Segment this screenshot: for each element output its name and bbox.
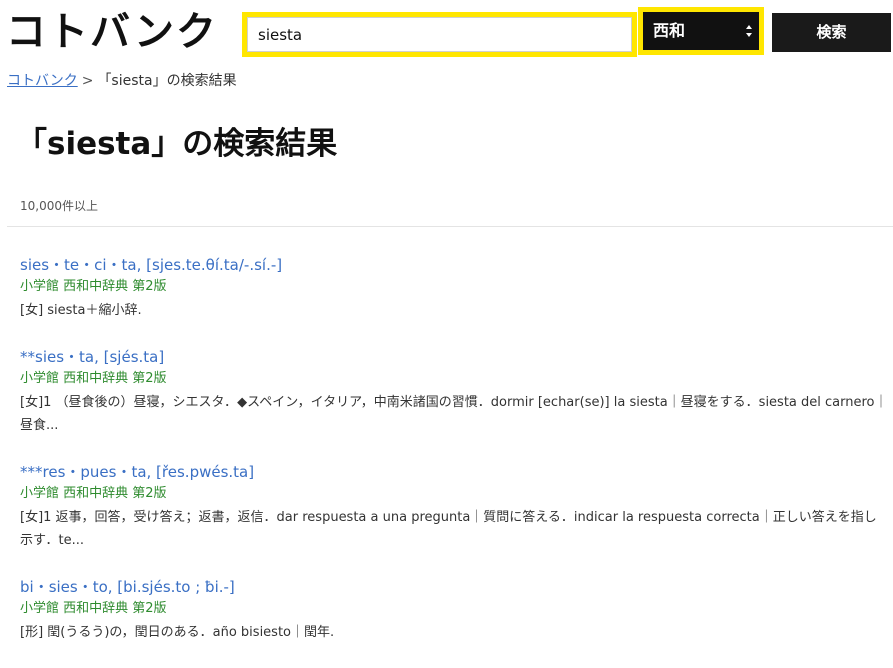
dictionary-select-value: 西和: [653, 21, 686, 40]
result-title-link[interactable]: bi・sies・to, [bi.sjés.to ; ƀi.-]: [20, 576, 888, 598]
result-item: bi・sies・to, [bi.sjés.to ; ƀi.-] 小学館 西和中辞…: [20, 576, 888, 644]
site-header: コトバンク 西和 検索: [0, 0, 893, 66]
breadcrumb: コトバンク > 「siesta」の検索結果: [7, 70, 237, 90]
result-snippet: [女]1 （昼食後の）昼寝，シエスタ．◆スペイン，イタリア，中南米諸国の習慣．d…: [20, 395, 888, 433]
result-title-link[interactable]: sies・te・ci・ta, [sjes.te.θí.ta/-.sí.-]: [20, 254, 888, 276]
search-box: [242, 12, 637, 57]
site-logo[interactable]: コトバンク: [6, 6, 218, 58]
result-snippet: [女] siesta＋縮小辞.: [20, 303, 142, 318]
breadcrumb-home-link[interactable]: コトバンク: [7, 73, 78, 89]
result-source: 小学館 西和中辞典 第2版: [20, 486, 167, 501]
search-button[interactable]: 検索: [772, 13, 891, 52]
result-count: 10,000件以上: [20, 199, 98, 213]
result-source: 小学館 西和中辞典 第2版: [20, 601, 167, 616]
breadcrumb-separator: >: [81, 73, 94, 89]
result-title-link[interactable]: **sies・ta, [sjés.ta]: [20, 346, 888, 368]
result-title-link[interactable]: ***res・pues・ta, [řes.pwés.ta]: [20, 461, 888, 483]
result-source: 小学館 西和中辞典 第2版: [20, 371, 167, 386]
results-list: sies・te・ci・ta, [sjes.te.θí.ta/-.sí.-] 小学…: [20, 254, 888, 668]
select-arrows-icon: [746, 25, 752, 37]
divider: [7, 226, 893, 227]
result-source: 小学館 西和中辞典 第2版: [20, 279, 167, 294]
result-snippet: [形] 閏(うるう)の，閏日のある．año bisiesto｜閏年.: [20, 625, 335, 640]
result-item: sies・te・ci・ta, [sjes.te.θí.ta/-.sí.-] 小学…: [20, 254, 888, 322]
page-title: 「siesta」の検索結果: [16, 126, 338, 162]
search-input[interactable]: [247, 17, 632, 52]
result-item: **sies・ta, [sjés.ta] 小学館 西和中辞典 第2版 [女]1 …: [20, 346, 888, 437]
breadcrumb-current: 「siesta」の検索結果: [97, 73, 237, 89]
result-item: ***res・pues・ta, [řes.pwés.ta] 小学館 西和中辞典 …: [20, 461, 888, 552]
dictionary-select[interactable]: 西和: [638, 7, 764, 55]
result-snippet: [女]1 返事，回答，受け答え；返書，返信．dar respuesta a un…: [20, 510, 877, 548]
